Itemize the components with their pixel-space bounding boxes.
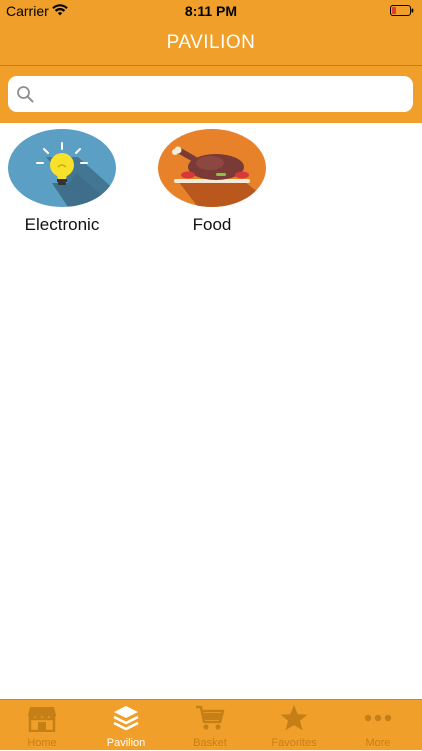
tab-label: Home — [27, 737, 57, 749]
status-bar: Carrier 8:11 PM — [0, 0, 422, 22]
category-label: Electronic — [24, 215, 100, 234]
tab-label: Pavilion — [106, 737, 146, 749]
search-input[interactable] — [42, 76, 406, 114]
tab-label: More — [365, 737, 391, 749]
cart-icon — [196, 705, 225, 730]
navigation-bar: PAVILION — [0, 22, 422, 66]
store-icon — [28, 707, 56, 732]
page-title: PAVILION — [166, 32, 256, 53]
roast-chicken-icon — [158, 129, 266, 207]
lightbulb-icon — [8, 129, 116, 207]
status-time: 8:11 PM — [184, 3, 238, 19]
search-area — [0, 66, 422, 123]
layers-icon — [113, 706, 139, 731]
tab-more[interactable]: More — [336, 700, 420, 751]
category-electronic[interactable]: Electronic — [8, 129, 128, 239]
tab-pavilion[interactable]: Pavilion — [84, 700, 168, 751]
search-box[interactable] — [8, 76, 413, 114]
star-icon — [280, 705, 308, 731]
tab-home[interactable]: Home — [0, 700, 84, 751]
category-label: Food — [192, 215, 232, 234]
tab-basket[interactable]: Basket — [168, 700, 252, 751]
more-icon — [364, 714, 392, 722]
tab-label: Favorites — [271, 737, 317, 749]
tab-label: Basket — [193, 737, 227, 749]
tab-bar: Home Pavilion Basket Favorites More — [0, 699, 422, 750]
battery-icon — [390, 5, 414, 16]
tab-favorites[interactable]: Favorites — [252, 700, 336, 751]
search-icon — [17, 86, 34, 103]
category-food[interactable]: Food — [158, 129, 278, 239]
